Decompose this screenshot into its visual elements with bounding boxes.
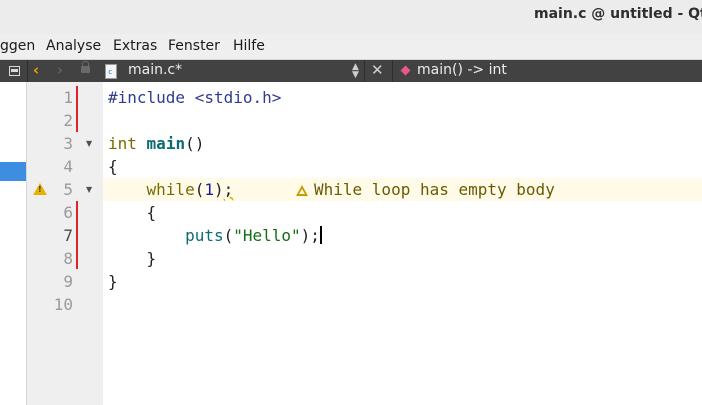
warning-message: While loop has empty body [314, 180, 555, 199]
line-number: 3 [63, 134, 73, 153]
editor-toolbar: ‹ › c main.c* ▲ ▼ ✕ main() -> int [0, 60, 702, 82]
code-line: } [108, 249, 157, 268]
symbol-selector[interactable]: main() -> int [417, 62, 507, 78]
line-number: 10 [53, 295, 73, 314]
fold-arrow-icon[interactable]: ▼ [86, 185, 92, 194]
menu-bar: ggen Analyse Extras Fenster Hilfe [0, 34, 702, 60]
change-marker [76, 86, 78, 132]
side-panel [0, 82, 27, 405]
close-document-button[interactable]: ✕ [371, 61, 384, 79]
code-line-current: puts("Hello"); [185, 226, 322, 245]
menu-debug[interactable]: ggen [0, 38, 35, 54]
updown-icon[interactable]: ▲ ▼ [352, 63, 359, 80]
lock-icon [81, 61, 90, 73]
menu-help[interactable]: Hilfe [233, 38, 265, 54]
back-button[interactable]: ‹ [33, 61, 39, 79]
line-number: 6 [63, 203, 73, 222]
menu-extras[interactable]: Extras [113, 38, 157, 54]
menu-window[interactable]: Fenster [168, 38, 220, 54]
code-line: #include <stdio.h> [108, 88, 282, 107]
forward-button[interactable]: › [57, 61, 63, 79]
document-selector[interactable]: main.c* [128, 62, 182, 78]
code-line: { [108, 157, 118, 176]
line-number: 1 [63, 88, 73, 107]
inline-warning[interactable]: While loop has empty body [296, 178, 555, 201]
split-toggle-button[interactable] [0, 60, 28, 82]
line-number: 4 [63, 157, 73, 176]
line-number-current: 7 [63, 226, 73, 245]
line-number: 2 [63, 111, 73, 130]
toolbar-separator [364, 60, 365, 82]
code-line: while(1); [146, 180, 234, 199]
code-line: { [108, 203, 157, 222]
warning-icon[interactable] [33, 183, 47, 195]
code-line: } [108, 272, 118, 291]
window-title: main.c @ untitled - Qt Cr [534, 6, 702, 22]
function-symbol-icon [400, 65, 411, 76]
title-bar: main.c @ untitled - Qt Cr [0, 0, 702, 34]
c-file-icon: c [105, 64, 117, 79]
toolbar-separator [392, 60, 393, 82]
side-panel-selection[interactable] [0, 162, 26, 181]
line-number: 9 [63, 272, 73, 291]
change-marker [76, 201, 78, 269]
line-number: 8 [63, 249, 73, 268]
menu-analyse[interactable]: Analyse [46, 38, 101, 54]
split-icon [9, 66, 20, 76]
warning-triangle-icon [296, 185, 308, 196]
code-line: int main() [108, 134, 205, 153]
text-cursor [319, 226, 322, 244]
fold-arrow-icon[interactable]: ▼ [86, 139, 92, 148]
